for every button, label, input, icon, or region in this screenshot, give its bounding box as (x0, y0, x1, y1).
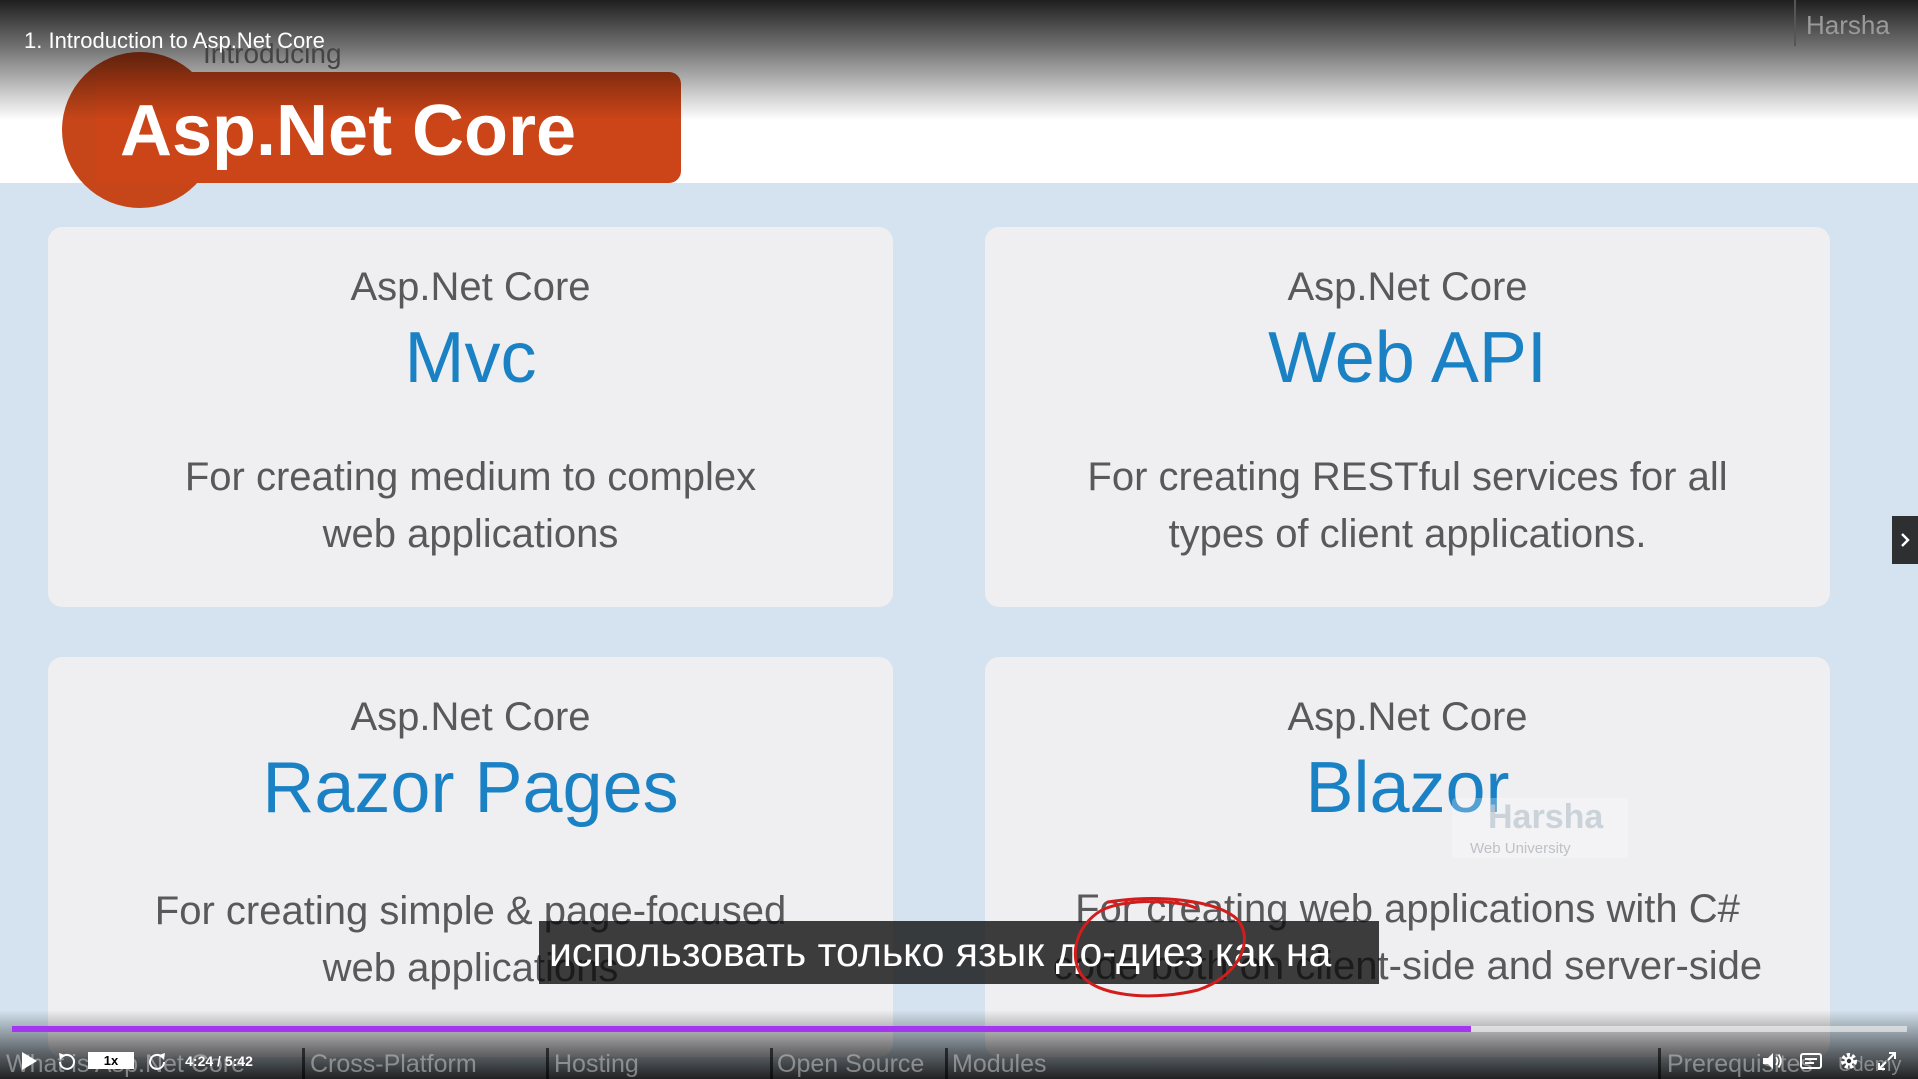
player-controls: 1x 4:24 / 5:42 (0, 1046, 1918, 1076)
next-lecture-button[interactable] (1892, 516, 1918, 564)
card-subtitle: Asp.Net Core (350, 695, 591, 739)
card-description: For creating medium to complex web appli… (78, 449, 863, 563)
progress-bar[interactable] (12, 1026, 1907, 1032)
card-desc-line: For creating RESTful services for all (1087, 455, 1728, 499)
speed-button[interactable]: 1x (88, 1052, 134, 1069)
card-title: Mvc (404, 318, 537, 398)
annotation-circle (1073, 897, 1246, 998)
card-title: Blazor (1305, 748, 1510, 828)
card-mvc: Asp.Net Core Mvc For creating medium to … (48, 227, 893, 607)
card-web-api: Asp.Net Core Web API For creating RESTfu… (985, 227, 1830, 607)
fullscreen-icon (1878, 1052, 1896, 1070)
chevron-right-icon (1901, 533, 1910, 547)
volume-icon (1763, 1053, 1782, 1069)
fullscreen-button[interactable] (1872, 1046, 1902, 1076)
card-desc-line: types of client applications. (1168, 512, 1647, 556)
rewind-button[interactable] (52, 1046, 82, 1076)
logo-text: Asp.Net Core (120, 91, 577, 171)
rewind-icon (59, 1053, 75, 1070)
card-subtitle: Asp.Net Core (350, 265, 591, 309)
card-desc-line: For creating medium to complex (184, 455, 757, 499)
watermark-name: Harsha (1488, 798, 1604, 836)
card-title: Razor Pages (262, 748, 679, 828)
forward-button[interactable] (142, 1046, 172, 1076)
watermark-sub: Web University (1470, 840, 1571, 857)
play-button[interactable] (14, 1046, 44, 1076)
captions-button[interactable] (1796, 1046, 1826, 1076)
time-display: 4:24 / 5:42 (185, 1053, 253, 1069)
card-subtitle: Asp.Net Core (1287, 695, 1528, 739)
gear-icon (1841, 1053, 1857, 1069)
card-title: Web API (1268, 318, 1547, 398)
captions-icon (1800, 1053, 1822, 1069)
video-player[interactable]: Asp.Net Core Introducing Asp.Net Core Mv… (0, 0, 1918, 1079)
brand-label: Harsha (1794, 0, 1918, 46)
forward-icon (149, 1053, 165, 1070)
video-title: 1. Introduction to Asp.Net Core (24, 28, 325, 53)
volume-button[interactable] (1758, 1046, 1788, 1076)
progress-fill (12, 1026, 1472, 1032)
settings-button[interactable] (1834, 1046, 1864, 1076)
card-razor-pages: Asp.Net Core Razor Pages For creating si… (48, 657, 893, 1057)
card-subtitle: Asp.Net Core (1287, 265, 1528, 309)
card-desc-line: web applications (322, 512, 619, 556)
play-icon (22, 1052, 37, 1070)
watermark: Harsha Web University (1452, 798, 1628, 858)
card-description: For creating RESTful services for all ty… (1015, 449, 1800, 563)
